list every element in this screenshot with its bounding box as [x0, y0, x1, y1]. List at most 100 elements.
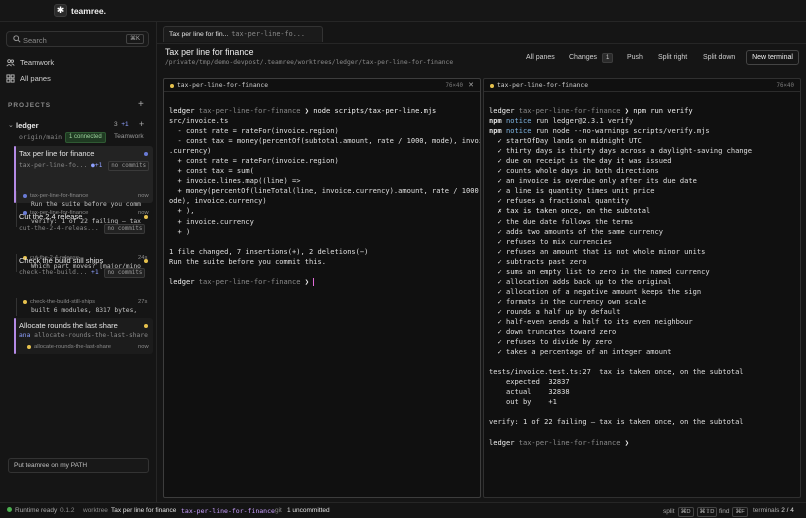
cursor — [313, 277, 315, 286]
event-message: built 6 modules, 8317 bytes, 112... — [31, 307, 141, 314]
event-name: allocate-rounds-the-last-share — [27, 344, 111, 350]
terminal-line: src/invoice.ts — [169, 116, 480, 126]
page-title: Tax per line for finance — [165, 47, 254, 57]
nav-all-panes[interactable]: All panes — [6, 71, 151, 85]
worktree-branch: tax-per-line-for-finance — [181, 507, 275, 515]
terminal-line: - const rate = rateFor(invoice.region) — [169, 126, 480, 136]
terminal-text: ✓ down truncates toward zero — [489, 327, 617, 337]
search-input[interactable]: Search ⌘K — [6, 31, 149, 47]
changes-button[interactable]: Changes 1 — [569, 52, 614, 64]
worktree-item[interactable]: Cut the 2.4 release cut-the-2-4-releas..… — [14, 211, 153, 241]
add-worktree-button[interactable]: + — [139, 119, 144, 129]
terminal-line: + invoice.lines.map((line) => — [169, 176, 480, 186]
grid-icon — [6, 73, 15, 83]
terminal-line: ode), invoice.currency) — [169, 196, 480, 206]
push-button[interactable]: Push — [627, 52, 643, 64]
terminal-line: ✓ refuses to divide by zero — [489, 337, 752, 347]
sidebar: Search ⌘K Teamwork All panes PROJECTS + … — [0, 22, 157, 502]
terminal-text: ✓ startOfDay lands on midnight UTC — [489, 136, 642, 146]
terminal-output[interactable]: ledger tax-per-line-for-finance ❯ node s… — [169, 106, 481, 287]
split-right-button[interactable]: Split right — [658, 52, 687, 64]
split-down-button[interactable]: Split down — [703, 52, 735, 64]
terminal-text: tests/invoice.test.ts:27 tax is taken on… — [489, 367, 744, 377]
worktree-status-dot — [144, 215, 148, 219]
terminal-output[interactable]: ledger tax-per-line-for-finance ❯ npm ru… — [489, 106, 752, 448]
terminal-text: tax-per-line-for-finance — [518, 437, 625, 447]
terminal-text: ✗ tax is taken once, on the subtotal — [489, 206, 651, 216]
pane-size: 76×40 — [445, 82, 463, 89]
terminal-line: ✓ allocation of a negative amount keeps … — [489, 287, 752, 297]
pane-header: tax-per-line-for-finance 76×40 ✕ — [164, 79, 480, 92]
project-ledger[interactable]: ⌄ ledger 3 +1 + — [6, 119, 151, 132]
terminal-text: + invoice.currency — [169, 216, 254, 226]
worktree-path: /private/tmp/demo-devpost/.teamree/workt… — [165, 59, 454, 66]
runtime-status: Runtime ready — [7, 507, 57, 514]
terminal-text: npm — [489, 116, 506, 126]
terminal-line: ✗ tax is taken once, on the subtotal — [489, 206, 752, 216]
nav-teamwork[interactable]: Teamwork — [6, 55, 151, 69]
terminal-text: ✓ half-even sends a half to its even nei… — [489, 316, 693, 326]
terminal-line: ledger tax-per-line-for-finance ❯ node s… — [169, 106, 480, 116]
new-terminal-button[interactable]: New terminal — [746, 50, 799, 65]
terminal-line: ✓ refuses a fractional quantity — [489, 196, 752, 206]
split-down-shortcut: ⌘⇧D — [696, 507, 718, 517]
terminal-pane-left[interactable]: tax-per-line-for-finance 76×40 ✕ ledger … — [163, 78, 481, 498]
project-counts: 3 +1 — [114, 121, 129, 128]
put-on-path-button[interactable]: Put teamree on my PATH — [8, 458, 149, 473]
terminal-text: ✓ adds two amounts of the same currency — [489, 226, 663, 236]
project-branch: origin/main — [19, 133, 63, 141]
chevron-down-icon[interactable]: ⌄ — [8, 121, 14, 129]
terminal-text: ✓ rounds a half up by default — [489, 306, 621, 316]
pane-status-dot — [170, 83, 174, 88]
terminal-text: ✓ formats in the currency own scale — [489, 296, 646, 306]
terminal-text: ledger — [489, 106, 519, 115]
event-name-text: tax-per-line-for-finance — [30, 193, 89, 199]
all-panes-button[interactable]: All panes — [526, 52, 555, 64]
terminal-line: Run the suite before you commit this. — [169, 257, 480, 267]
event-dot — [27, 345, 31, 349]
project-count-plus: +1 — [121, 121, 129, 128]
terminal-line: ✓ refuses an amount that is not whole mi… — [489, 247, 752, 257]
terminal-text: tax-per-line-for-finance — [198, 276, 305, 286]
project-count: 3 — [114, 121, 118, 128]
worktree-status-dot — [144, 152, 148, 156]
project-team: Teamwork — [114, 133, 144, 140]
projects-heading: PROJECTS — [8, 102, 52, 109]
version: 0.1.2 — [60, 507, 75, 514]
terminal-text: src/invoice.ts — [169, 116, 229, 126]
terminals-value: 2 / 4 — [781, 507, 794, 514]
terminal-line: actual 32838 — [489, 387, 752, 397]
worktree-branch: tax-per-line-fo... — [19, 162, 88, 169]
terminals-count: terminals 2 / 4 — [753, 507, 794, 514]
terminal-text: + const tax = sum( — [169, 166, 254, 176]
terminal-text: ❯ — [624, 437, 630, 447]
terminal-text: ❯ node scripts/tax-per-line.mjs — [304, 106, 437, 115]
terminal-text: ledger — [169, 106, 199, 115]
terminal-line: tests/invoice.test.ts:27 tax is taken on… — [489, 367, 752, 377]
title-bar: ✱ teamree. — [0, 0, 806, 22]
worktree-title: Tax per line for finance — [19, 149, 95, 158]
event-name-text: check-the-build-still-ships — [30, 299, 96, 305]
worktree-branch-row: check-the-build... +1 no commits — [19, 268, 146, 278]
add-project-button[interactable]: + — [138, 99, 144, 110]
split-shortcut: ⌘D — [677, 507, 694, 517]
terminal-text: - const tax = money(percentOf(subtotal.a… — [169, 136, 481, 146]
no-commits-badge: no commits — [104, 224, 146, 234]
terminal-line: npm notice run node --no-warnings script… — [489, 126, 752, 136]
terminals-label: terminals — [753, 507, 780, 514]
terminal-line: ✓ formats in the currency own scale — [489, 297, 752, 307]
terminal-line: ✓ allocation adds back up to the origina… — [489, 277, 752, 287]
changes-label: Changes — [569, 54, 598, 61]
close-icon[interactable]: ✕ — [468, 81, 474, 89]
pane-title: tax-per-line-for-finance — [497, 82, 588, 89]
worktree-branch: check-the-build... — [19, 269, 88, 276]
event-rail — [16, 298, 17, 316]
terminal-pane-right[interactable]: tax-per-line-for-finance 76×40 ledger ta… — [483, 78, 801, 498]
event-message: Run the suite before you commit... — [31, 201, 141, 208]
worktree-item[interactable]: Check the build still ships check-the-bu… — [14, 255, 153, 285]
tab-workspace[interactable]: Tax per line for fin... tax-per-line-fo..… — [163, 26, 323, 42]
terminal-line: + ) — [169, 227, 480, 237]
